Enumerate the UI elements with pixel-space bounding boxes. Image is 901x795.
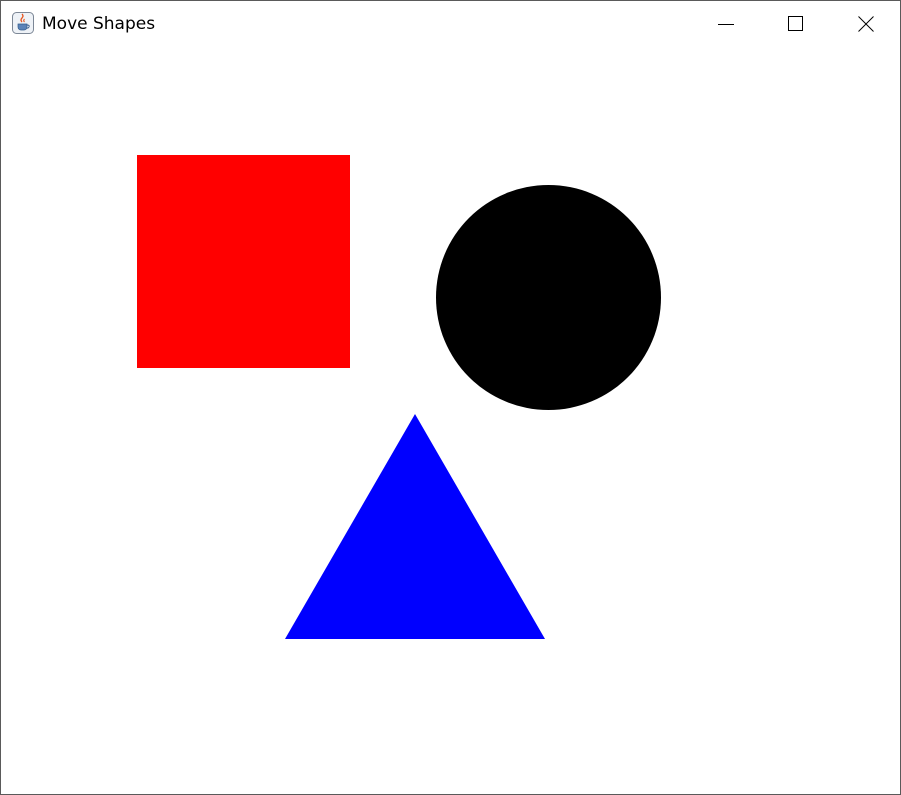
red-square-shape[interactable] [137,155,350,368]
drawing-canvas[interactable] [1,46,900,794]
close-button[interactable] [831,1,900,46]
maximize-icon [788,15,804,32]
maximize-button[interactable] [761,1,831,46]
minimize-icon [718,16,734,32]
title-bar[interactable]: Move Shapes [1,1,900,46]
window-title: Move Shapes [42,14,156,34]
blue-triangle-shape[interactable] [285,414,545,639]
app-window: Move Shapes [0,0,901,795]
black-circle-shape[interactable] [436,185,661,410]
java-coffee-cup-icon[interactable] [12,12,34,34]
minimize-button[interactable] [691,1,761,46]
close-icon [858,15,874,32]
